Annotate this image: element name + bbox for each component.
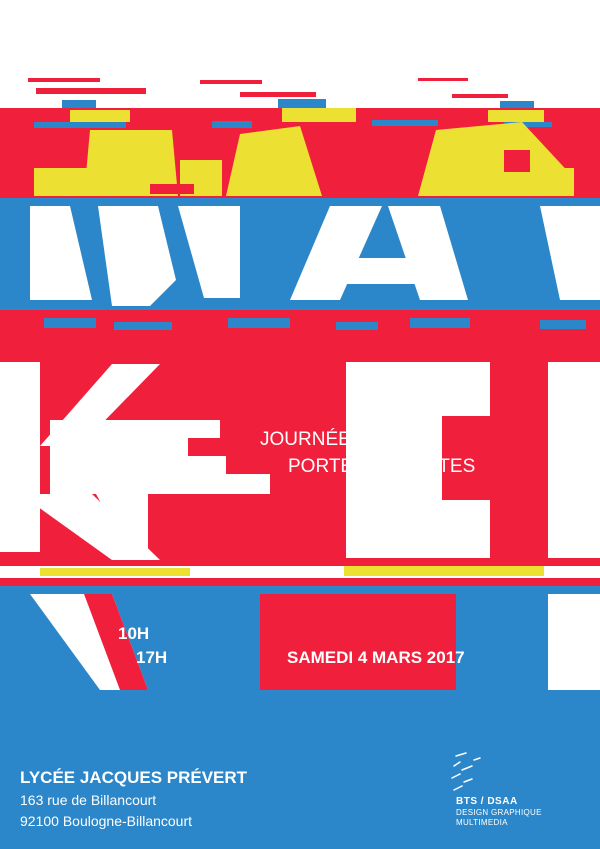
yellow-letter-fragment [34,168,154,196]
glitch-dash [372,120,438,126]
glitch-dash [282,108,356,122]
glitch-dash [62,100,96,108]
logo-dash-marks-icon [451,752,481,791]
school-city: 92100 Boulogne-Billancourt [20,813,193,829]
white-letter-a-bar [332,258,448,284]
glitch-dash [34,122,126,128]
glitch-stripe [40,568,190,576]
glitch-dash [228,318,290,328]
red-letter-t-edge [548,594,600,690]
glitch-dash [240,92,316,97]
glitch-stripe [344,566,544,576]
glitch-dash [500,101,534,108]
white-letter-e-bottom [346,500,490,558]
glitch-dash [540,320,586,329]
glitch-dash [278,99,326,108]
white-letter-k-stem [0,362,40,552]
event-title-line-1: JOURNÉE [260,429,351,450]
opening-hour: 10H [118,624,150,643]
event-date: SAMEDI 4 MARS 2017 [287,648,465,667]
glitch-dash [44,318,96,328]
glitch-dash [70,110,130,122]
yellow-letter-fragment [486,168,574,196]
glitch-dash [200,80,262,84]
glitch-dash [36,88,146,94]
glitch-stripe [320,586,546,594]
glitch-dash [336,322,378,330]
bts-dsaa-logo: BTS / DSAA DESIGN GRAPHIQUE MULTIMEDIA [448,752,568,832]
glitch-stripe [0,578,600,586]
white-letter-t-edge [548,362,600,558]
school-street: 163 rue de Billancourt [20,792,157,808]
logo-line-2: MULTIMEDIA [456,818,508,827]
red-slice [150,184,194,194]
school-name: LYCÉE JACQUES PRÉVERT [20,768,248,787]
glitch-dash [418,78,468,81]
logo-line-1: DESIGN GRAPHIQUE [456,808,542,817]
red-letter-e-notch [346,600,456,614]
poster: JOURNÉE PORTES OUVERTES 10H 17H SAMEDI 4… [0,0,600,849]
red-slice [504,150,530,172]
glitch-dash [488,110,544,122]
glitch-dash [114,322,172,330]
glitch-dash [212,121,252,128]
glitch-dash [452,94,508,98]
poster-artwork [0,78,600,849]
glitch-dash [410,318,470,328]
glitch-dash [28,78,100,82]
logo-title: BTS / DSAA [456,796,518,807]
event-title-line-2: PORTES OUVERTES [288,456,476,477]
closing-hour: 17H [136,648,168,667]
